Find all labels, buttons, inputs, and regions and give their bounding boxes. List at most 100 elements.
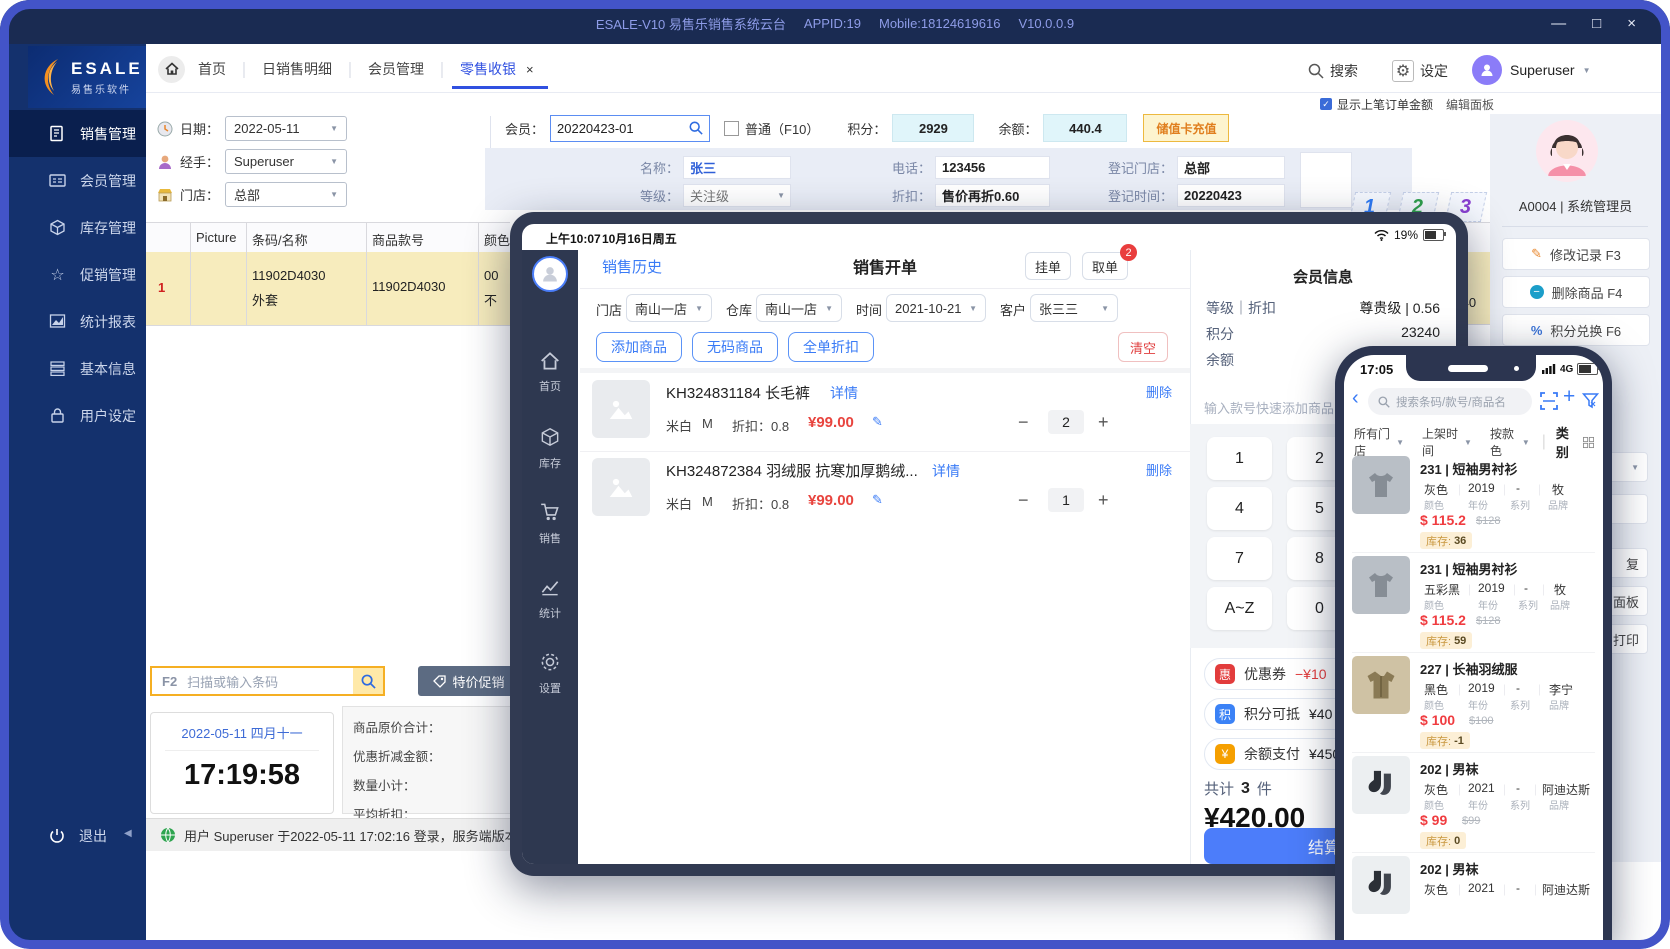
barcode-scan-input[interactable]: F2 扫描或输入条码	[150, 666, 385, 696]
sidebar-item-user-settings[interactable]: 用户设定	[9, 392, 146, 439]
product-photo-socks	[1352, 856, 1410, 914]
minimize-button[interactable]: —	[1551, 15, 1566, 32]
grid-icon[interactable]	[1583, 436, 1594, 449]
t-customer-select[interactable]: 张三三▼	[1030, 294, 1118, 322]
item-remove-link[interactable]: 删除	[1146, 460, 1172, 479]
points-exchange-button[interactable]: % 积分兑换 F6	[1502, 314, 1650, 346]
stock-badge: 库存:-1	[1420, 732, 1470, 749]
sidebar-collapse-icon[interactable]: ◀	[124, 828, 132, 839]
filter-icon[interactable]	[1582, 392, 1599, 409]
keypad-key[interactable]: A~Z	[1207, 587, 1272, 630]
sidebar-item-inventory[interactable]: 库存管理	[9, 204, 146, 251]
level-select[interactable]: 关注级▼	[683, 184, 791, 207]
tablet-nav-home[interactable]: 首页	[522, 352, 578, 394]
show-last-order-label[interactable]: 显示上笔订单金额	[1337, 96, 1433, 113]
phone-product-card[interactable]: 202 | 男袜 灰色 ｜ 2021 ｜ - ｜ 阿迪达斯 颜色 年份 系列 品…	[1344, 754, 1603, 854]
scan-search-button[interactable]	[353, 668, 383, 694]
edit-price-icon[interactable]: ✎	[872, 414, 883, 430]
quick-add-input[interactable]: 输入款号快速添加商品	[1204, 398, 1334, 417]
item-discount-label: 折扣：	[732, 497, 771, 512]
qty-value[interactable]: 2	[1048, 410, 1084, 434]
edit-price-icon[interactable]: ✎	[872, 492, 883, 508]
keypad-key[interactable]: 7	[1207, 537, 1272, 580]
search-icon	[1378, 396, 1390, 408]
sidebar-item-promotion[interactable]: ☆ 促销管理	[9, 251, 146, 298]
add-icon[interactable]: +	[1563, 385, 1575, 409]
qty-minus-button[interactable]: −	[1018, 490, 1029, 511]
qty-plus-button[interactable]: +	[1098, 490, 1109, 511]
close-button[interactable]: ×	[1627, 15, 1636, 32]
tab-daily-sales[interactable]: 日销售明细	[262, 59, 332, 79]
home-icon-button[interactable]	[158, 54, 185, 84]
phone-search-input[interactable]: 搜索条码/款号/商品名	[1368, 388, 1532, 415]
tablet-avatar[interactable]	[532, 256, 568, 292]
tablet-nav-sales[interactable]: 销售	[522, 502, 578, 546]
item-detail-link[interactable]: 详情	[932, 461, 960, 481]
t-store-select[interactable]: 南山一店▼	[626, 294, 712, 322]
tab-close-icon[interactable]: ×	[526, 62, 534, 77]
handler-select[interactable]: Superuser▼	[225, 149, 347, 174]
sidebar-item-reports[interactable]: 统计报表	[9, 298, 146, 345]
edit-record-button[interactable]: ✎ 修改记录 F3	[1502, 238, 1650, 270]
tab-member-mgmt[interactable]: 会员管理	[368, 59, 424, 79]
tablet-nav-settings[interactable]: 设置	[522, 652, 578, 696]
phone-product-card[interactable]: 231 | 短袖男衬衫 灰色 ｜ 2019 ｜ - ｜ 牧 颜色 年份 系列 品…	[1344, 454, 1603, 554]
maximize-button[interactable]: □	[1592, 15, 1601, 32]
whole-order-discount-button[interactable]: 全单折扣	[788, 332, 874, 362]
tab-retail-cashier[interactable]: 零售收银	[460, 59, 516, 79]
tablet-nav-stats[interactable]: 统计	[522, 577, 578, 621]
sidebar-item-label: 基本信息	[80, 359, 136, 379]
reg-time-label: 登记时间：	[1108, 186, 1173, 205]
attr-brand-label: 品牌	[1549, 697, 1569, 712]
t-warehouse-select[interactable]: 南山一店▼	[756, 294, 842, 322]
store-select[interactable]: 总部▼	[225, 182, 347, 207]
keypad-key[interactable]: 1	[1207, 437, 1272, 480]
t-time-select[interactable]: 2021-10-21▼	[886, 294, 986, 322]
date-select[interactable]: 2022-05-11▼	[225, 116, 347, 141]
edit-panel-link[interactable]: 编辑面板	[1446, 96, 1494, 113]
tablet-nav-inventory[interactable]: 库存	[522, 427, 578, 471]
settings-button[interactable]: ⚙ 设定	[1392, 58, 1448, 84]
no-code-product-button[interactable]: 无码商品	[692, 332, 778, 362]
points-deduct-label: 积分可抵	[1244, 704, 1300, 724]
sidebar-item-members[interactable]: 会员管理	[9, 157, 146, 204]
tab-home[interactable]: 首页	[198, 59, 226, 79]
add-product-button[interactable]: 添加商品	[596, 332, 682, 362]
delete-product-button[interactable]: − 删除商品 F4	[1502, 276, 1650, 308]
table-row[interactable]: 1 11902D4030 外套 11902D4030 00 不	[146, 252, 510, 326]
sidebar-item-sales[interactable]: 销售管理	[9, 110, 146, 157]
tab-separator: ｜	[342, 57, 358, 81]
special-promo-button[interactable]: 特价促销	[418, 666, 520, 696]
scan-icon[interactable]	[1540, 392, 1558, 410]
phone-product-card[interactable]: 227 | 长袖羽绒服 黑色 ｜ 2019 ｜ - ｜ 李宁 颜色 年份 系列 …	[1344, 654, 1603, 754]
hold-order-button[interactable]: 挂单	[1025, 252, 1071, 280]
qty-value[interactable]: 1	[1048, 488, 1084, 512]
attr-year: 2019	[1468, 681, 1495, 695]
attr-separator: ｜	[1534, 482, 1545, 498]
phone-product-card[interactable]: 202 | 男袜 灰色 ｜ 2021 ｜ - ｜ 阿迪达斯	[1344, 854, 1603, 946]
attr-color: 灰色	[1424, 481, 1448, 498]
checkbox-checked-icon[interactable]: ✓	[1320, 98, 1332, 110]
member-input[interactable]: 20220423-01	[550, 115, 710, 142]
back-chevron-icon[interactable]: ‹	[1352, 387, 1359, 410]
phone-status-right: 4G	[1542, 363, 1598, 375]
normal-label[interactable]: 普通（F10）	[745, 119, 819, 138]
qty-plus-button[interactable]: +	[1098, 412, 1109, 433]
qty-minus-button[interactable]: −	[1018, 412, 1029, 433]
tablet-nav-label: 统计	[522, 605, 578, 621]
item-remove-link[interactable]: 删除	[1146, 382, 1172, 401]
user-menu[interactable]: Superuser ▼	[1472, 54, 1591, 86]
search-icon[interactable]	[689, 121, 703, 135]
phone-product-card[interactable]: 231 | 短袖男衬衫 五彩黑 ｜ 2019 ｜ - ｜ 牧 颜色 年份 系列 …	[1344, 554, 1603, 654]
item-detail-link[interactable]: 详情	[830, 383, 858, 403]
recharge-button[interactable]: 储值卡充值	[1143, 114, 1229, 142]
member-discount-field: 折扣： 售价再折0.60	[892, 184, 1050, 207]
speaker	[1448, 365, 1488, 372]
reg-store-field: 登记门店： 总部	[1108, 156, 1285, 179]
clear-button[interactable]: 清空	[1118, 332, 1168, 362]
keypad-key[interactable]: 4	[1207, 487, 1272, 530]
sidebar-item-basic-info[interactable]: 基本信息	[9, 345, 146, 392]
normal-checkbox[interactable]	[724, 121, 739, 136]
global-search[interactable]: 搜索	[1308, 58, 1358, 84]
window-version: V10.0.0.9	[1018, 16, 1074, 31]
